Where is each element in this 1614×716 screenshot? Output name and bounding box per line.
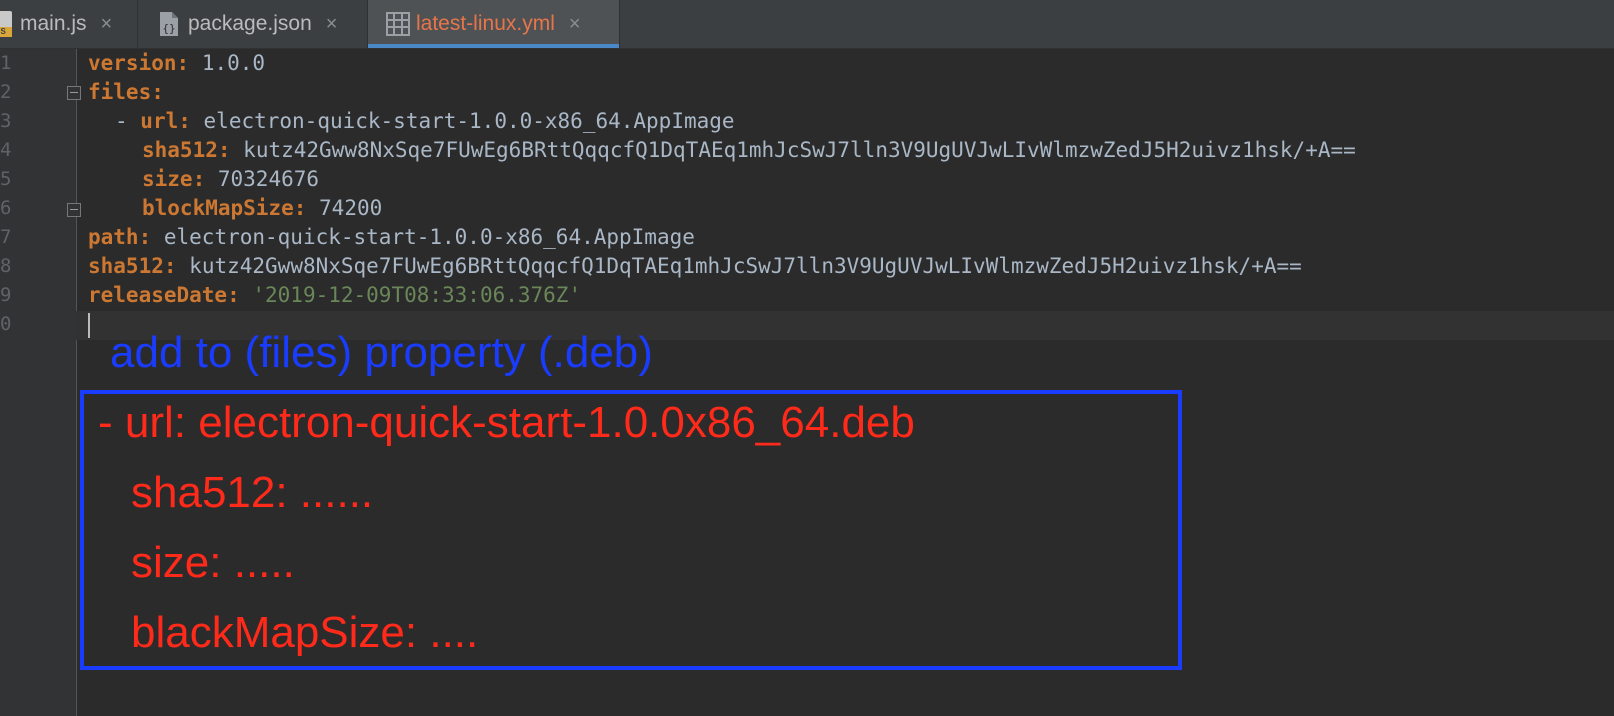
- code-line: sha512: kutz42Gww8NxSqe7FUwEg6BRttQqqcfQ…: [88, 252, 1302, 281]
- yaml-string-value: '2019-12-09T08:33:06.376Z': [252, 283, 582, 307]
- line-number: 0: [0, 313, 12, 335]
- yaml-value: kutz42Gww8NxSqe7FUwEg6BRttQqqcfQ1DqTAEq1…: [189, 254, 1302, 278]
- tab-label: latest-linux.yml: [416, 12, 555, 35]
- yaml-key: size:: [142, 167, 206, 191]
- yaml-value: 74200: [319, 196, 383, 220]
- code-line: sha512: kutz42Gww8NxSqe7FUwEg6BRttQqqcfQ…: [142, 136, 1356, 165]
- line-number-gutter: 1 2 3 4 5 6 7 8 9 0: [0, 49, 81, 716]
- code-line: releaseDate: '2019-12-09T08:33:06.376Z': [88, 281, 581, 310]
- tab-label: package.json: [188, 12, 312, 35]
- yaml-key: files:: [88, 80, 164, 104]
- line-number: 4: [0, 139, 12, 161]
- tab-latest-linux-yml[interactable]: latest-linux.yml ×: [368, 0, 620, 48]
- code-line: blockMapSize: 74200: [142, 194, 382, 223]
- line-number: 5: [0, 168, 12, 190]
- line-number: 1: [0, 52, 12, 74]
- close-icon[interactable]: ×: [569, 13, 581, 36]
- line-number: 6: [0, 197, 12, 219]
- close-icon[interactable]: ×: [326, 13, 338, 36]
- line-number: 3: [0, 110, 12, 132]
- tab-main-js[interactable]: main.js ×: [0, 0, 138, 48]
- yaml-value: electron-quick-start-1.0.0-x86_64.AppIma…: [163, 225, 695, 249]
- line-number: 9: [0, 284, 12, 306]
- list-dash: -: [115, 109, 141, 133]
- fold-toggle-icon[interactable]: [67, 86, 81, 100]
- line-number: 2: [0, 81, 12, 103]
- yaml-file-icon: [386, 11, 410, 37]
- annotation-line: size: .....: [131, 538, 295, 587]
- yaml-value: electron-quick-start-1.0.0-x86_64.AppIma…: [203, 109, 735, 133]
- yaml-key: blockMapSize:: [142, 196, 307, 220]
- annotation-line: blackMapSize: ....: [131, 608, 479, 657]
- code-line: files:: [88, 78, 164, 107]
- yaml-key: sha512:: [88, 254, 177, 278]
- fold-toggle-icon[interactable]: [67, 203, 81, 217]
- code-line: size: 70324676: [142, 165, 319, 194]
- svg-text:{}: {}: [162, 22, 175, 35]
- json-file-icon: {}: [158, 11, 180, 37]
- annotation-line: sha512: ......: [131, 468, 374, 517]
- yaml-key: version:: [88, 51, 190, 75]
- code-line: path: electron-quick-start-1.0.0-x86_64.…: [88, 223, 695, 252]
- yaml-key: sha512:: [142, 138, 231, 162]
- annotation-heading: add to (files) property (.deb): [110, 328, 653, 377]
- yaml-key: releaseDate:: [88, 283, 240, 307]
- ide-window: main.js × {} package.json ×: [0, 0, 1614, 716]
- annotation-line: - url: electron-quick-start-1.0.0x86_64.…: [98, 398, 915, 447]
- editor-tab-bar: main.js × {} package.json ×: [0, 0, 1614, 49]
- code-line: - url: electron-quick-start-1.0.0-x86_64…: [115, 107, 735, 136]
- line-number: 8: [0, 255, 12, 277]
- yaml-value: 1.0.0: [201, 51, 266, 75]
- js-file-icon: [0, 11, 12, 37]
- text-caret: [88, 313, 90, 338]
- yaml-key: url:: [140, 109, 191, 133]
- code-line: version: 1.0.0: [88, 49, 265, 78]
- yaml-key: path:: [88, 225, 152, 249]
- tab-label: main.js: [20, 12, 87, 35]
- close-icon[interactable]: ×: [101, 13, 113, 36]
- yaml-value: 70324676: [217, 167, 320, 191]
- tab-package-json[interactable]: {} package.json ×: [138, 0, 368, 48]
- yaml-value: kutz42Gww8NxSqe7FUwEg6BRttQqqcfQ1DqTAEq1…: [243, 138, 1356, 162]
- line-number: 7: [0, 226, 12, 248]
